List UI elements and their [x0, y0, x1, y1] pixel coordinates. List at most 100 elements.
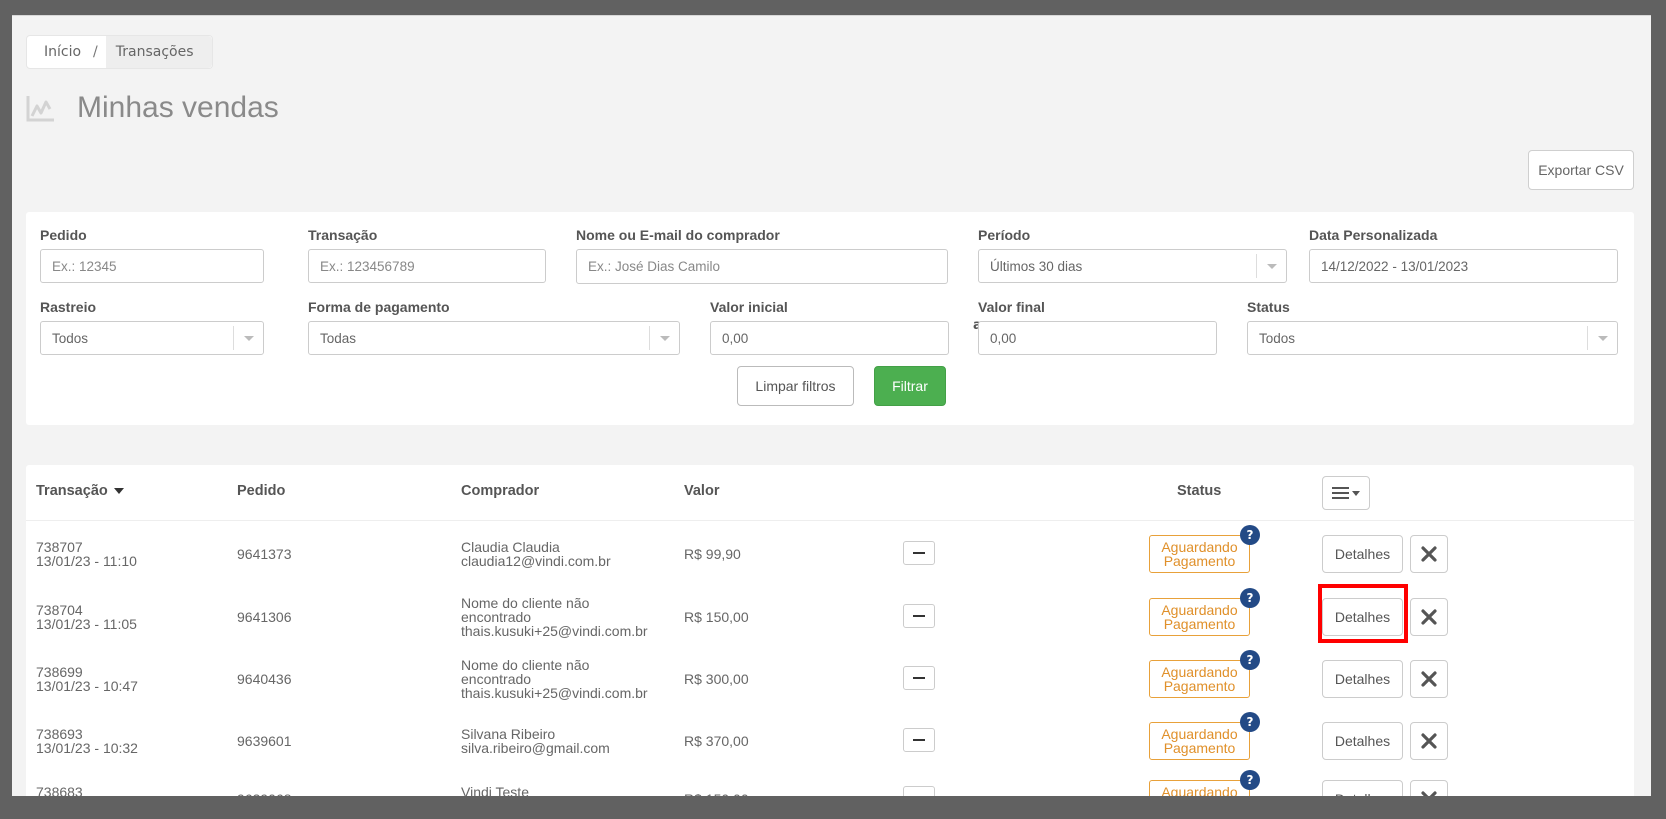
periodo-select[interactable]: Últimos 30 dias — [978, 249, 1287, 283]
collapse-button[interactable] — [903, 786, 935, 796]
rastreio-select[interactable]: Todos — [40, 321, 264, 355]
buyer-cell: Nome do cliente não encontrado thais.kusuk… — [461, 596, 648, 638]
status-line: Aguardando — [1161, 664, 1238, 680]
cancel-button[interactable] — [1410, 535, 1448, 573]
transacao-input[interactable]: Ex.: 123456789 — [308, 249, 546, 283]
cancel-button[interactable] — [1410, 722, 1448, 760]
buyer-cell: Vindi Testevindi.teste@gmail.com — [461, 785, 602, 796]
status-select[interactable]: Todos — [1247, 321, 1618, 355]
transaction-date: 13/01/23 - 10:47 — [36, 678, 138, 694]
status-line: Pagamento — [1163, 678, 1236, 694]
collapse-button[interactable] — [903, 541, 935, 565]
buyer-line: Silvana Ribeiro — [461, 726, 556, 742]
column-header-transacao-label: Transação — [36, 483, 108, 499]
forma-pagamento-select[interactable]: Todas — [308, 321, 680, 355]
valor-final-input[interactable]: 0,00 — [978, 321, 1217, 355]
valor-inicial-input[interactable]: 0,00 — [710, 321, 949, 355]
buyer-line: thais.kusuki+25@vindi.com.br — [461, 623, 648, 639]
status-line: Pagamento — [1163, 616, 1236, 632]
transaction-cell: 738699 13/01/23 - 10:47 — [36, 665, 138, 693]
buyer-line: encontrado — [461, 671, 532, 687]
collapse-button[interactable] — [903, 666, 935, 690]
column-header-transacao[interactable]: Transação — [36, 483, 124, 499]
close-icon — [1421, 791, 1437, 796]
transactions-table: Transação Pedido Comprador Valor Status … — [26, 465, 1634, 796]
amount: R$ 300,00 — [684, 671, 749, 687]
breadcrumb-home-link[interactable]: Início — [44, 44, 81, 60]
column-header-valor: Valor — [684, 483, 720, 499]
chevron-down-icon — [1587, 326, 1617, 350]
app-window: Início / Transações Minhas vendas Export… — [12, 15, 1651, 796]
collapse-button[interactable] — [903, 728, 935, 752]
status-select-value: Todos — [1259, 330, 1296, 346]
close-icon — [1421, 546, 1437, 562]
order-id: 9641306 — [237, 609, 292, 625]
filter-button[interactable]: Filtrar — [874, 366, 946, 406]
filter-pedido: Pedido Ex.: 12345 — [40, 227, 264, 283]
filters-panel: Pedido Ex.: 12345 Transação Ex.: 1234567… — [26, 212, 1634, 425]
transaction-date: 13/01/23 - 11:10 — [36, 553, 137, 569]
filter-pedido-label: Pedido — [40, 227, 87, 243]
amount: R$ 99,90 — [684, 546, 741, 562]
filter-valor-final-label: Valor final — [978, 299, 1045, 315]
details-button[interactable]: Detalhes — [1322, 660, 1403, 698]
filter-data-personalizada: Data Personalizada 14/12/2022 - 13/01/20… — [1309, 227, 1618, 283]
transaction-date: 13/01/23 - 10:32 — [36, 740, 138, 756]
transaction-cell: 73868313/01/23 - 10:24 — [36, 785, 138, 796]
buyer-line: Nome do cliente não — [461, 657, 590, 673]
help-icon[interactable]: ? — [1240, 650, 1260, 670]
status-line: Aguardando — [1161, 539, 1238, 555]
collapse-button[interactable] — [903, 604, 935, 628]
transaction-date: 13/01/23 - 11:05 — [36, 616, 137, 632]
chevron-down-icon — [233, 326, 263, 350]
page-title: Minhas vendas — [77, 91, 279, 124]
transaction-id: 738707 — [36, 539, 83, 555]
amount: R$ 150,00 — [684, 609, 749, 625]
table-row: 738707 13/01/23 - 11:10 9641373 Claudia Cla… — [26, 521, 1634, 581]
filter-status-label: Status — [1247, 299, 1290, 315]
breadcrumb: Início / Transações — [26, 35, 213, 69]
chevron-down-icon — [1256, 254, 1286, 278]
column-settings-button[interactable] — [1322, 476, 1370, 510]
transaction-id: 738704 — [36, 602, 83, 618]
transaction-id: 738699 — [36, 664, 83, 680]
filter-transacao: Transação Ex.: 123456789 — [308, 227, 546, 283]
column-header-status: Status — [1177, 483, 1222, 499]
order-id: 9639601 — [237, 733, 292, 749]
rastreio-select-value: Todos — [52, 330, 89, 346]
help-icon[interactable]: ? — [1240, 525, 1260, 545]
data-personalizada-input[interactable]: 14/12/2022 - 13/01/2023 — [1309, 249, 1618, 283]
export-csv-button[interactable]: Exportar CSV — [1528, 150, 1634, 190]
filter-comprador-label: Nome ou E-mail do comprador — [576, 227, 780, 243]
table-row: 73868313/01/23 - 10:24 9639068 Vindi Teste… — [26, 766, 1634, 796]
close-icon — [1421, 609, 1437, 625]
filter-rastreio-label: Rastreio — [40, 299, 97, 315]
filter-valor-final: Valor final 0,00 — [978, 299, 1217, 355]
cancel-button[interactable] — [1410, 780, 1448, 796]
details-button[interactable]: Detalhes — [1322, 535, 1403, 573]
filter-forma-pagamento: Forma de pagamento Todas — [308, 299, 680, 355]
table-header: Transação Pedido Comprador Valor Status — [26, 465, 1634, 521]
help-icon[interactable]: ? — [1240, 588, 1260, 608]
details-button[interactable]: Detalhes — [1322, 722, 1403, 760]
close-icon — [1421, 671, 1437, 687]
pedido-input[interactable]: Ex.: 12345 — [40, 249, 264, 283]
cancel-button[interactable] — [1410, 660, 1448, 698]
order-id: 9641373 — [237, 546, 292, 562]
chevron-down-icon — [649, 326, 679, 350]
help-icon[interactable]: ? — [1240, 770, 1260, 790]
highlight-box — [1318, 584, 1408, 643]
status-badge: AguardandoPagamento — [1149, 780, 1250, 796]
clear-filters-button[interactable]: Limpar filtros — [737, 366, 854, 406]
close-icon — [1421, 733, 1437, 749]
buyer-line: claudia12@vindi.com.br — [461, 553, 611, 569]
help-icon[interactable]: ? — [1240, 712, 1260, 732]
filter-valor-inicial-label: Valor inicial — [710, 299, 788, 315]
comprador-input[interactable]: Ex.: José Dias Camilo — [576, 249, 948, 284]
table-row: 738693 13/01/23 - 10:32 9639601 Silvana Rib… — [26, 708, 1634, 768]
cancel-button[interactable] — [1410, 598, 1448, 636]
filter-data-label: Data Personalizada — [1309, 227, 1438, 243]
transaction-id: 738683 — [36, 784, 83, 796]
details-button[interactable]: Detalhes — [1322, 780, 1403, 796]
page-header: Minhas vendas — [26, 91, 279, 125]
